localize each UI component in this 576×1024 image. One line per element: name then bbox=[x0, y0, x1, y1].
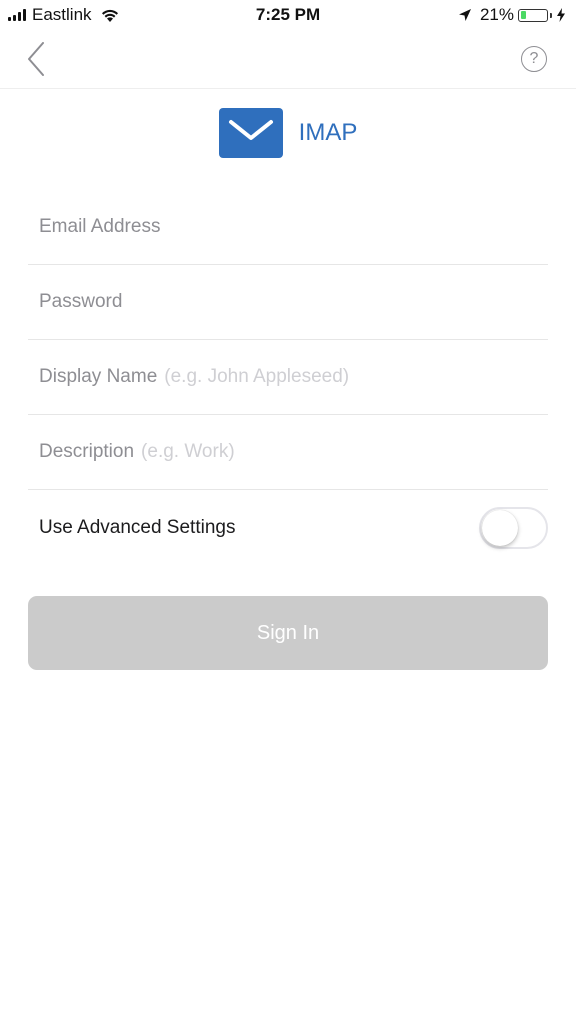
account-type-title: IMAP bbox=[298, 119, 358, 146]
mail-envelope-icon bbox=[218, 108, 283, 158]
account-type-header: IMAP bbox=[0, 108, 576, 158]
email-placeholder: Email Address bbox=[39, 216, 161, 237]
password-placeholder: Password bbox=[39, 291, 123, 312]
display-name-placeholder: Display Name bbox=[39, 366, 158, 387]
sign-in-label: Sign In bbox=[256, 621, 320, 644]
help-button[interactable]: ? bbox=[521, 46, 547, 72]
display-name-hint: (e.g. John Appleseed) bbox=[164, 366, 350, 387]
toggle-knob bbox=[482, 510, 518, 546]
back-button[interactable] bbox=[20, 40, 52, 78]
battery-percent: 21% bbox=[479, 5, 514, 24]
status-right: 21% bbox=[458, 5, 566, 25]
navigation-bar: ? bbox=[0, 30, 576, 89]
battery-level bbox=[520, 11, 526, 19]
email-field[interactable]: Email Address bbox=[28, 190, 548, 265]
advanced-settings-toggle[interactable] bbox=[479, 507, 548, 549]
password-field[interactable]: Password bbox=[28, 265, 548, 340]
description-hint: (e.g. Work) bbox=[141, 441, 235, 462]
description-field[interactable]: Description (e.g. Work) bbox=[28, 415, 548, 490]
sign-in-button[interactable]: Sign In bbox=[28, 596, 548, 670]
location-arrow-icon bbox=[458, 9, 471, 21]
display-name-field[interactable]: Display Name (e.g. John Appleseed) bbox=[28, 340, 548, 415]
battery-nub bbox=[550, 12, 552, 18]
advanced-settings-label: Use Advanced Settings bbox=[39, 516, 236, 538]
charging-bolt-icon bbox=[557, 8, 565, 22]
imap-setup-screen: Eastlink 7:25 PM 21% ? IMAP Email Addres… bbox=[0, 0, 576, 1024]
advanced-settings-row: Use Advanced Settings bbox=[28, 490, 548, 565]
description-placeholder: Description bbox=[39, 441, 135, 462]
battery-icon bbox=[518, 8, 548, 22]
question-mark-icon: ? bbox=[529, 50, 539, 67]
status-bar: Eastlink 7:25 PM 21% bbox=[0, 0, 576, 30]
chevron-left-icon bbox=[28, 42, 44, 76]
